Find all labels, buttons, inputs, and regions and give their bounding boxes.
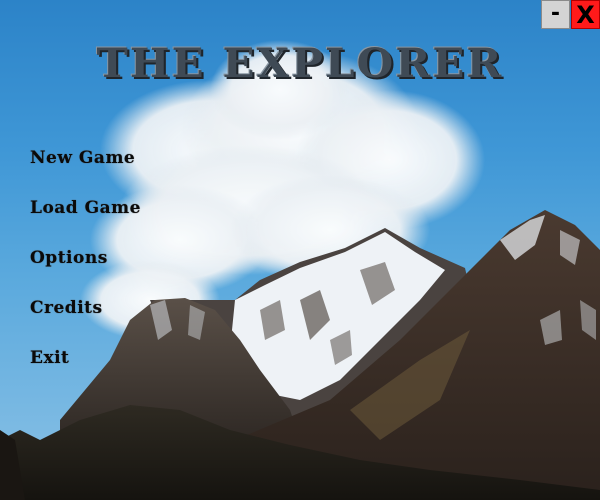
minimize-button[interactable]: -	[541, 0, 570, 29]
main-menu-screen: THE EXPLORER New Game Load Game Options …	[0, 0, 600, 500]
credits-button[interactable]: Credits	[30, 296, 141, 346]
game-title: THE EXPLORER	[96, 40, 504, 87]
exit-button[interactable]: Exit	[30, 346, 141, 396]
new-game-button[interactable]: New Game	[30, 146, 141, 196]
load-game-button[interactable]: Load Game	[30, 196, 141, 246]
main-menu: New Game Load Game Options Credits Exit	[30, 146, 141, 396]
options-button[interactable]: Options	[30, 246, 141, 296]
close-button[interactable]: X	[571, 0, 600, 29]
